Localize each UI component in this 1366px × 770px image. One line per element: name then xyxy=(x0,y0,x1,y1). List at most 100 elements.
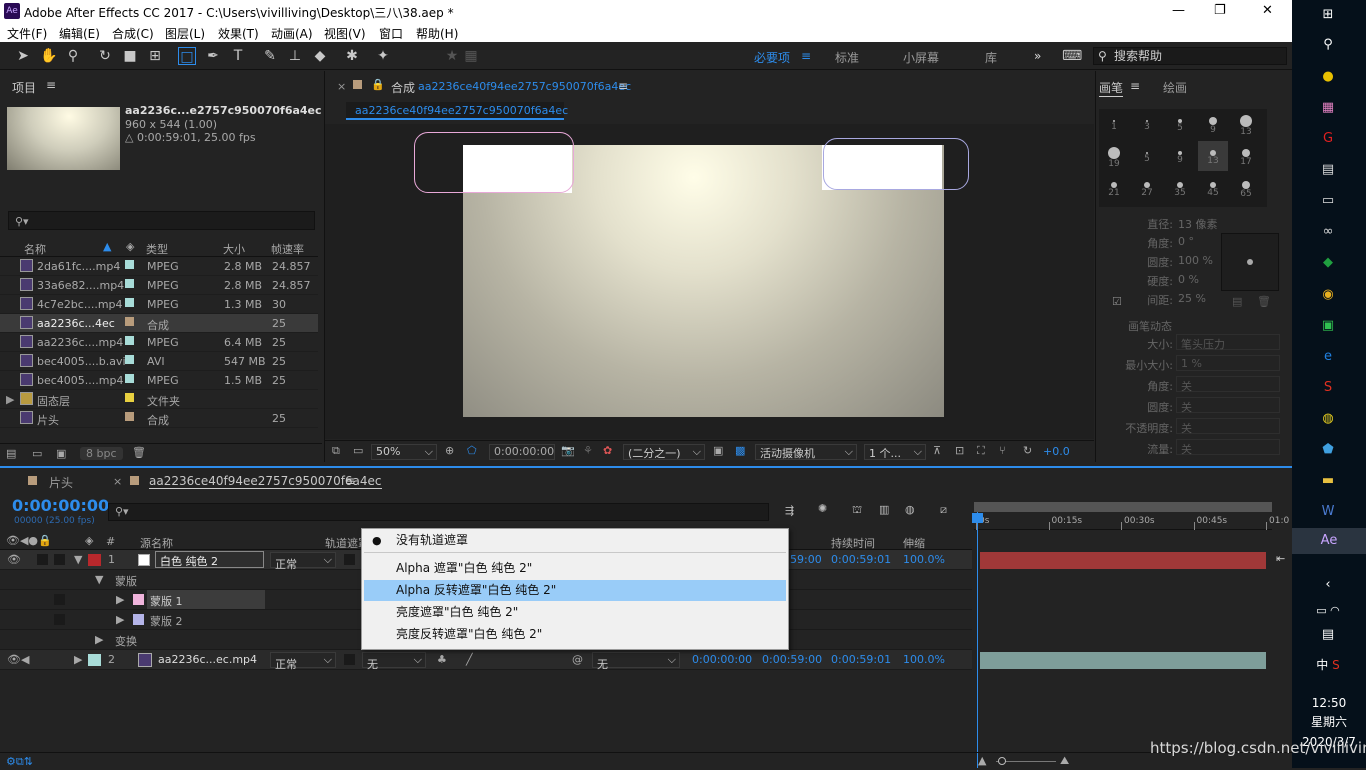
brush-panel-menu-icon[interactable]: ≡ xyxy=(1130,79,1140,93)
shy-layers-icon[interactable]: ⛫ xyxy=(852,503,862,518)
brush-prop-value[interactable]: 0 % xyxy=(1178,273,1199,286)
mask1-lock-box[interactable] xyxy=(54,594,65,605)
comp-viewer[interactable] xyxy=(325,124,1094,439)
tab-brush[interactable]: 画笔 xyxy=(1099,79,1124,97)
layer1-stretch[interactable]: 100.0% xyxy=(903,553,945,566)
brush-tool-icon[interactable]: ✎ xyxy=(261,47,279,65)
mask2-lock-box[interactable] xyxy=(54,614,65,625)
brush-dyn-dropdown[interactable]: 关 xyxy=(1176,439,1280,456)
zoom-in-icon[interactable]: ⛰ xyxy=(1060,754,1069,768)
parent-pickwhip-icon[interactable]: @ xyxy=(572,653,583,666)
comp-panel-menu-icon[interactable]: ≡ xyxy=(618,79,628,93)
brush-preset[interactable]: 19 xyxy=(1099,141,1129,171)
brush-prop-value[interactable]: 13 像素 xyxy=(1178,216,1218,232)
more-workspaces-icon[interactable]: » xyxy=(1034,49,1041,63)
app-icon-7[interactable]: ▣ xyxy=(1310,315,1346,337)
layer2-in-point[interactable]: 0:00:00:00 xyxy=(692,653,752,666)
close-button[interactable]: ✕ xyxy=(1262,3,1273,18)
app-icon-8[interactable]: S xyxy=(1310,377,1346,399)
menu-luma-inverted-matte[interactable]: 亮度反转遮罩"白色 纯色 2" xyxy=(364,624,786,645)
channels-icon[interactable]: ✿ xyxy=(603,444,612,457)
col-size[interactable]: 大小 xyxy=(223,241,245,257)
col-duration[interactable]: 持续时间 xyxy=(831,535,875,551)
draft-3d-icon[interactable]: ✺ xyxy=(818,502,827,515)
eraser-tool-icon[interactable]: ◆ xyxy=(311,47,329,65)
brush-preset[interactable]: 5 xyxy=(1132,141,1162,171)
menu-animation[interactable]: 动画(A) xyxy=(271,25,313,42)
project-item[interactable]: ▶ 固态层 文件夹 xyxy=(0,390,318,409)
rectangle-tool-icon[interactable]: □ xyxy=(178,47,196,65)
quality-switch-icon[interactable]: ╱ xyxy=(466,653,473,666)
comp-marker-icon[interactable]: ⇤ xyxy=(1276,552,1285,565)
menu-help[interactable]: 帮助(H) xyxy=(416,25,458,42)
brush-prop-value[interactable]: 25 % xyxy=(1178,292,1206,305)
tab-paint[interactable]: 绘画 xyxy=(1163,79,1187,96)
frame-blending-icon[interactable]: ▥ xyxy=(879,503,889,516)
menu-alpha-inverted-matte[interactable]: Alpha 反转遮罩"白色 纯色 2" xyxy=(364,580,786,601)
brush-preset[interactable]: 27 xyxy=(1132,173,1162,203)
layer1-expand-icon[interactable]: ▼ xyxy=(74,553,82,566)
layer1-duration-bar[interactable] xyxy=(980,552,1266,569)
project-item[interactable]: aa2236c....mp4 MPEG 6.4 MB 25 xyxy=(0,333,318,352)
brush-preset[interactable]: 21 xyxy=(1099,173,1129,203)
layer2-name[interactable]: aa2236c...ec.mp4 xyxy=(158,653,257,666)
timeline-menu-icon[interactable]: ≡ xyxy=(345,474,355,488)
menu-view[interactable]: 视图(V) xyxy=(324,25,366,42)
selection-tool-icon[interactable]: ➤ xyxy=(14,47,32,65)
hand-tool-icon[interactable]: ✋ xyxy=(40,47,58,65)
menu-file[interactable]: 文件(F) xyxy=(7,25,47,42)
playhead-line[interactable] xyxy=(977,512,978,768)
brush-dyn-dropdown[interactable]: 1 % xyxy=(1176,355,1280,371)
playhead-handle[interactable] xyxy=(972,513,983,523)
app-icon-6[interactable]: ◆ xyxy=(1310,252,1346,274)
always-preview-icon[interactable]: ⧉ xyxy=(332,444,340,458)
selected-item-name[interactable]: aa2236c...e2757c950070f6a4ec ▼ xyxy=(125,104,334,117)
zoom-tool-icon[interactable]: ⚲ xyxy=(64,47,82,65)
mask-2-outline[interactable] xyxy=(823,138,969,190)
clone-stamp-tool-icon[interactable]: ⊥ xyxy=(286,47,304,65)
brush-preset[interactable]: 13 xyxy=(1231,109,1261,139)
toggle-view-icon[interactable]: ⊼ xyxy=(933,444,941,457)
menu-composition[interactable]: 合成(C) xyxy=(112,25,154,42)
layer1-duration[interactable]: 0:00:59:01 xyxy=(831,553,891,566)
layer-switches-toggle-icon[interactable]: ⚙⧉⇅ xyxy=(6,755,33,769)
layer1-mode-dropdown[interactable]: 正常 ⌵ xyxy=(270,552,336,571)
app-icon-2[interactable]: ▦ xyxy=(1310,97,1346,119)
roto-brush-tool-icon[interactable]: ✱ xyxy=(343,47,361,65)
layer2-out-point[interactable]: 0:00:59:00 xyxy=(762,653,822,666)
word-icon[interactable]: W xyxy=(1310,501,1346,523)
layer2-visibility-icon[interactable]: 👁◀ xyxy=(7,653,29,666)
minimize-button[interactable]: — xyxy=(1172,3,1185,18)
workspace-essentials[interactable]: 必要项 xyxy=(754,49,790,66)
region-of-interest-icon[interactable]: ▣ xyxy=(713,444,723,457)
current-time-display[interactable]: 0:00:00:00 xyxy=(489,444,555,460)
app-icon-4[interactable]: ▤ xyxy=(1310,159,1346,181)
safe-zones-icon[interactable]: ⊕ xyxy=(445,444,454,457)
item-label-color[interactable] xyxy=(125,336,134,345)
graph-editor-icon[interactable]: ⧄ xyxy=(940,503,947,517)
magnification-dropdown[interactable]: 50% ⌵ xyxy=(371,444,437,460)
timeline-current-time[interactable]: 0:00:00:00 xyxy=(12,496,109,515)
menu-alpha-matte[interactable]: Alpha 遮罩"白色 纯色 2" xyxy=(364,558,786,579)
layer1-name[interactable]: 白色 纯色 2 xyxy=(155,551,264,568)
layer2-mode-dropdown[interactable]: 正常 ⌵ xyxy=(270,652,336,671)
layer2-parent-dropdown[interactable]: 无 ⌵ xyxy=(592,652,680,671)
workspace-libraries[interactable]: 库 xyxy=(985,49,997,66)
mask1-expand-icon[interactable]: ▶ xyxy=(116,593,124,606)
resolution-dropdown[interactable]: (二分之一) ⌵ xyxy=(623,444,705,460)
cmd-icon[interactable]: ▭ xyxy=(1310,190,1346,212)
brush-dyn-dropdown[interactable]: 关 xyxy=(1176,418,1280,435)
time-ruler[interactable]: 0s 00:15s 00:30s 00:45s 01:0 xyxy=(974,512,1289,530)
new-brush-icon[interactable]: ▤ xyxy=(1232,295,1242,308)
panel-menu-icon[interactable]: ≡ xyxy=(46,78,56,92)
menu-effect[interactable]: 效果(T) xyxy=(218,25,259,42)
after-effects-taskbar-icon[interactable]: Ae xyxy=(1292,528,1366,554)
mask1-name[interactable]: 蒙版 1 xyxy=(147,590,265,609)
transform-expand-icon[interactable]: ▶ xyxy=(95,633,103,646)
fast-preview-icon[interactable]: ⊡ xyxy=(955,444,964,457)
project-item[interactable]: bec4005....mp4 MPEG 1.5 MB 25 xyxy=(0,371,318,390)
snapping-icon[interactable]: ★ xyxy=(443,47,461,65)
monitor-icon[interactable]: ▭ xyxy=(353,444,363,457)
app-icon-5[interactable]: ∞ xyxy=(1310,221,1346,243)
chrome-icon[interactable]: ◉ xyxy=(1310,284,1346,306)
